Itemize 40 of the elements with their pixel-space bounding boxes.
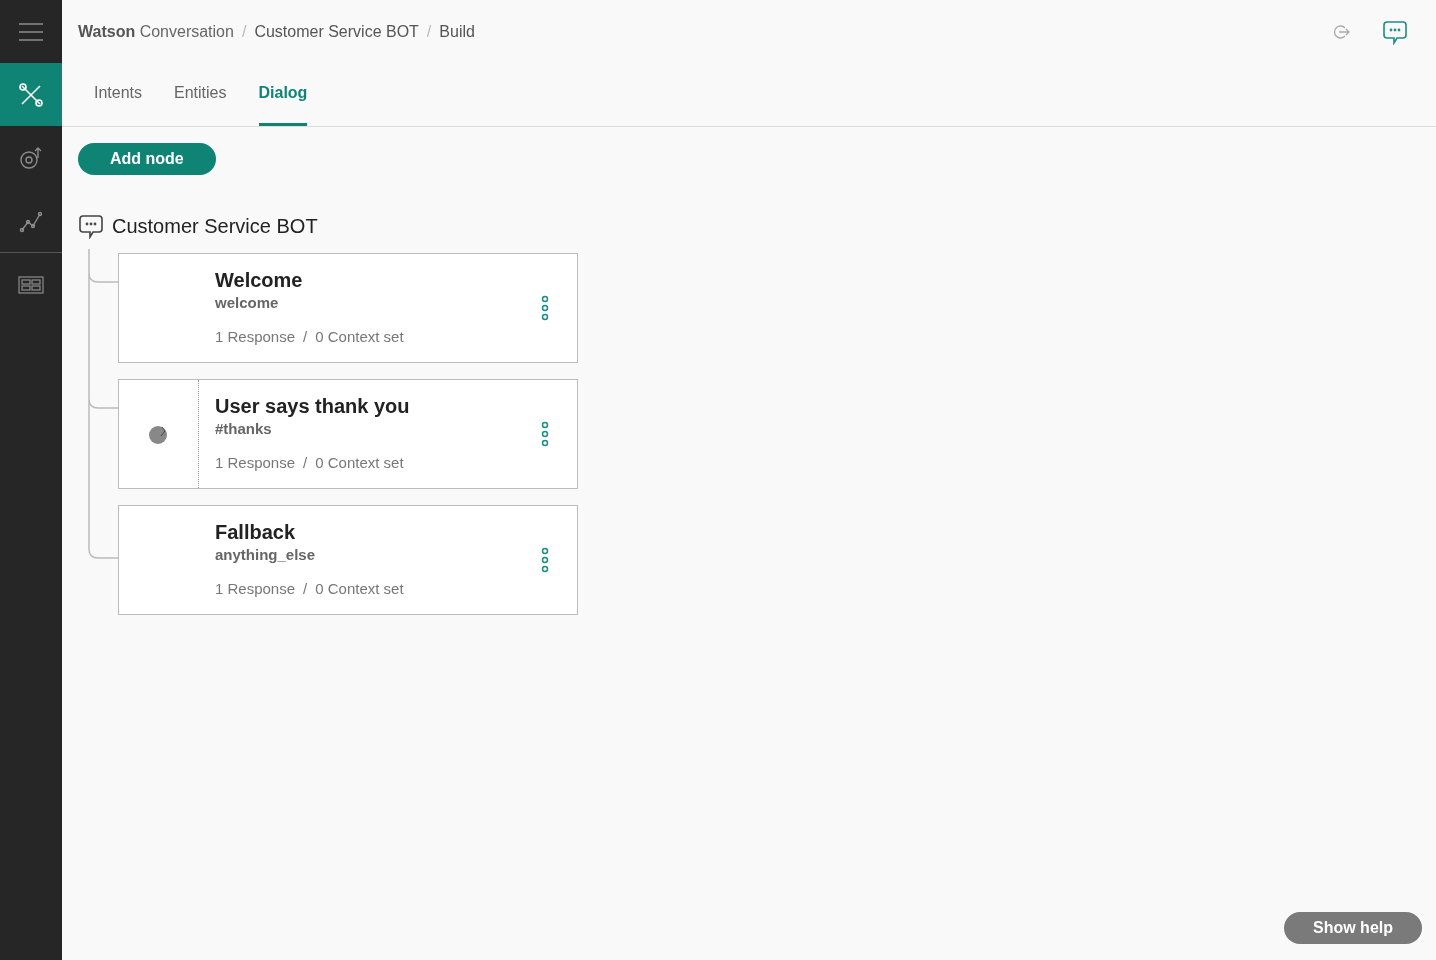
logout-icon[interactable]	[1332, 22, 1350, 41]
dialog-title: Customer Service BOT	[112, 214, 318, 239]
node-responses: 1 Response	[215, 453, 296, 473]
breadcrumb-separator: /	[426, 21, 432, 42]
tab[interactable]: Dialog	[258, 62, 308, 126]
chat-icon	[78, 213, 104, 239]
breadcrumb-item[interactable]: Build	[439, 19, 475, 44]
node-condition: anything_else	[215, 544, 317, 565]
circle-icon	[147, 423, 170, 445]
node-condition: welcome	[215, 292, 280, 313]
node-context: 0 Context set	[315, 327, 404, 347]
chat-icon	[1382, 18, 1408, 45]
more-options-icon[interactable]	[541, 421, 549, 447]
node-title: User says thank you	[215, 393, 410, 418]
node-responses: 1 Response	[215, 327, 296, 347]
node-context: 0 Context set	[315, 453, 404, 473]
sidebar-item[interactable]	[0, 63, 62, 126]
breadcrumb-separator: /	[241, 21, 247, 42]
more-options-icon[interactable]	[541, 295, 549, 321]
node-title: Fallback	[215, 519, 297, 544]
node-separator: /	[303, 327, 308, 347]
node-separator: /	[303, 453, 308, 473]
node-condition: #thanks	[215, 418, 273, 439]
node-responses: 1 Response	[215, 579, 296, 599]
show-help-button[interactable]: Show help	[1284, 912, 1422, 944]
tools-icon	[18, 81, 44, 108]
node-context: 0 Context set	[315, 579, 404, 599]
node-separator: /	[303, 579, 308, 599]
dialog-node[interactable]: Welcome welcome 1 Response / 0 Context set	[118, 253, 578, 363]
dialog-node[interactable]: User says thank you #thanks 1 Response / 0 Context set	[118, 379, 578, 489]
node-title: Welcome	[215, 267, 304, 292]
grid-icon	[18, 274, 44, 295]
dialog-node[interactable]: Fallback anything_else 1 Response / 0 Context set	[118, 505, 578, 615]
breadcrumb-product[interactable]: Watson Conversation	[78, 19, 234, 44]
tab[interactable]: Entities	[174, 62, 227, 126]
breadcrumb-item[interactable]: Customer Service BOT	[254, 19, 419, 44]
more-options-icon[interactable]	[541, 547, 549, 573]
menu-icon[interactable]	[19, 22, 43, 41]
tab[interactable]: Intents	[94, 62, 143, 126]
add-node-button[interactable]: Add node	[78, 143, 216, 175]
